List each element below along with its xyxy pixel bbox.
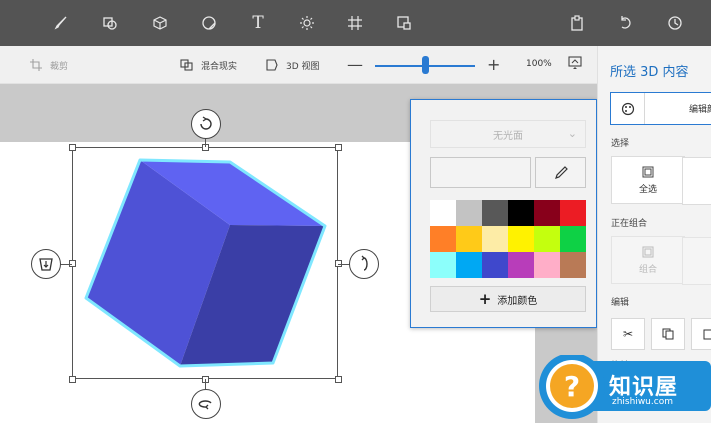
rotate-z-button[interactable] bbox=[191, 109, 221, 139]
cut-icon: ✂ bbox=[622, 327, 634, 341]
eyedropper-icon bbox=[554, 165, 568, 179]
palette-tab[interactable] bbox=[611, 93, 645, 124]
color-swatch[interactable] bbox=[560, 226, 586, 252]
color-swatch[interactable] bbox=[456, 226, 482, 252]
color-swatch[interactable] bbox=[482, 226, 508, 252]
color-swatch[interactable] bbox=[430, 226, 456, 252]
watermark-logo: ? 知识屋 zhishiwu.com bbox=[536, 355, 711, 423]
color-swatch[interactable] bbox=[560, 200, 586, 226]
group-button[interactable]: 组合 bbox=[611, 236, 711, 285]
edit-section-label: 编辑 bbox=[611, 298, 630, 308]
rotate-vertical-icon bbox=[361, 255, 368, 271]
color-swatch[interactable] bbox=[508, 226, 534, 252]
panel-title: 所选 3D 内容 bbox=[610, 65, 689, 80]
rotate-horizontal-icon bbox=[198, 400, 212, 410]
color-swatch[interactable] bbox=[482, 252, 508, 278]
watermark-url: zhishiwu.com bbox=[612, 397, 673, 407]
color-swatch[interactable] bbox=[534, 200, 560, 226]
select-section-label: 选择 bbox=[611, 139, 630, 149]
rotate-x-button[interactable] bbox=[349, 249, 379, 279]
color-swatch[interactable] bbox=[508, 252, 534, 278]
finish-dropdown[interactable]: 无光面 ⌄ bbox=[430, 120, 586, 148]
rotate-connector-bottom bbox=[205, 379, 206, 389]
paste-panel-button[interactable] bbox=[691, 318, 711, 350]
copy-button[interactable] bbox=[651, 318, 685, 350]
rotate-connector-top bbox=[205, 138, 206, 147]
panel-tabs: 编辑颜 bbox=[610, 92, 711, 125]
palette-icon bbox=[621, 102, 634, 115]
svg-text:?: ? bbox=[564, 370, 580, 403]
resize-handle-bottom-left[interactable] bbox=[69, 376, 76, 383]
color-swatch[interactable] bbox=[534, 252, 560, 278]
color-swatch[interactable] bbox=[560, 252, 586, 278]
paste-panel-icon bbox=[703, 329, 711, 340]
select-all-button[interactable]: 全选 bbox=[611, 156, 711, 205]
select-secondary-button[interactable] bbox=[682, 157, 711, 205]
edit-color-tab[interactable]: 编辑颜 bbox=[689, 102, 711, 115]
color-picker-popup: 无光面 ⌄ + 添加颜色 bbox=[410, 99, 597, 328]
group-label: 组合 bbox=[638, 264, 657, 275]
plus-icon: + bbox=[478, 290, 492, 308]
resize-handle-bottom-right[interactable] bbox=[335, 376, 342, 383]
select-all-label: 全选 bbox=[638, 184, 657, 195]
copy-icon bbox=[662, 328, 674, 340]
group-icon bbox=[642, 246, 654, 257]
color-swatch[interactable] bbox=[430, 252, 456, 278]
color-swatch[interactable] bbox=[430, 200, 456, 226]
add-color-label: 添加颜色 bbox=[497, 295, 538, 307]
rotate-icon bbox=[200, 116, 212, 130]
color-swatch[interactable] bbox=[508, 200, 534, 226]
resize-handle-top-left[interactable] bbox=[69, 144, 76, 151]
cut-button[interactable]: ✂ bbox=[611, 318, 645, 350]
color-value-field[interactable] bbox=[430, 157, 531, 188]
add-color-button[interactable]: + 添加颜色 bbox=[430, 286, 586, 312]
depth-icon bbox=[39, 258, 53, 271]
color-swatch[interactable] bbox=[456, 200, 482, 226]
resize-handle-top-right[interactable] bbox=[335, 144, 342, 151]
grouping-section-label: 正在组合 bbox=[611, 219, 648, 229]
select-all-icon bbox=[642, 166, 654, 177]
rotate-y-button[interactable] bbox=[191, 389, 221, 419]
eyedropper-button[interactable] bbox=[535, 157, 586, 188]
color-swatch-grid bbox=[430, 200, 586, 278]
z-depth-button[interactable] bbox=[31, 249, 61, 279]
selection-box[interactable] bbox=[72, 147, 338, 379]
color-swatch[interactable] bbox=[456, 252, 482, 278]
ungroup-button[interactable] bbox=[682, 237, 711, 285]
rotate-connector-left bbox=[60, 264, 72, 265]
color-swatch[interactable] bbox=[482, 200, 508, 226]
color-swatch[interactable] bbox=[534, 226, 560, 252]
finish-label: 无光面 bbox=[493, 130, 523, 142]
chevron-down-icon: ⌄ bbox=[567, 127, 577, 140]
